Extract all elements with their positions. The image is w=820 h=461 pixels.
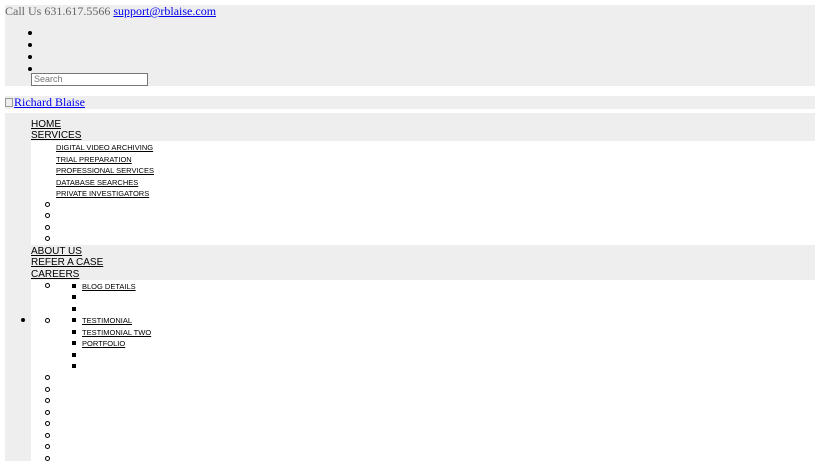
submenu-digital-video-archiving[interactable]: DIGITAL VIDEO ARCHIVING bbox=[56, 143, 153, 153]
nav-about-us[interactable]: ABOUT US bbox=[31, 246, 82, 257]
nav-refer-a-case[interactable]: REFER A CASE bbox=[31, 257, 103, 268]
list-bullet bbox=[72, 307, 76, 311]
list-bullet bbox=[72, 330, 76, 334]
broken-image-icon bbox=[5, 98, 13, 107]
submenu-testimonial[interactable]: TESTIMONIAL bbox=[82, 316, 132, 326]
list-bullet bbox=[45, 318, 50, 323]
list-bullet bbox=[45, 375, 50, 380]
list-bullet bbox=[45, 456, 50, 461]
list-bullet bbox=[45, 433, 50, 438]
logo-alt-text: Richard Blaise bbox=[14, 95, 85, 109]
submenu-blog-details[interactable]: BLOG DETAILS bbox=[82, 282, 136, 292]
list-bullet bbox=[45, 202, 50, 207]
list-bullet bbox=[45, 421, 50, 426]
list-bullet bbox=[72, 295, 76, 299]
contact-line: Call Us 631.617.5566 support@rblaise.com bbox=[5, 5, 216, 17]
social-link[interactable] bbox=[5, 39, 815, 51]
list-bullet bbox=[72, 364, 76, 368]
list-bullet bbox=[45, 225, 50, 230]
list-bullet bbox=[45, 283, 50, 288]
submenu-testimonial-two[interactable]: TESTIMONIAL TWO bbox=[82, 328, 151, 338]
submenu-trial-preparation[interactable]: TRIAL PREPARATION bbox=[56, 155, 132, 165]
nav-services[interactable]: SERVICES bbox=[31, 130, 81, 141]
top-bar: Call Us 631.617.5566 support@rblaise.com bbox=[5, 5, 815, 86]
submenu-private-investigators[interactable]: PRIVATE INVESTIGATORS bbox=[56, 189, 149, 199]
list-bullet bbox=[45, 213, 50, 218]
social-link[interactable] bbox=[5, 27, 815, 39]
list-bullet bbox=[45, 444, 50, 449]
social-link[interactable] bbox=[5, 51, 815, 63]
nav-home[interactable]: HOME bbox=[31, 119, 61, 130]
list-bullet bbox=[45, 387, 50, 392]
submenu-professional-services[interactable]: PROFESSIONAL SERVICES bbox=[56, 166, 154, 176]
nav-band bbox=[5, 245, 815, 280]
list-bullet bbox=[72, 318, 76, 322]
submenu-database-searches[interactable]: DATABASE SEARCHES bbox=[56, 178, 138, 188]
list-bullet bbox=[45, 236, 50, 241]
submenu-portfolio[interactable]: PORTFOLIO bbox=[82, 339, 125, 349]
header-bar: Richard Blaise bbox=[5, 96, 815, 109]
social-links-list bbox=[5, 27, 815, 75]
list-bullet bbox=[72, 284, 76, 288]
nav-band bbox=[5, 280, 31, 461]
list-bullet bbox=[21, 318, 25, 322]
list-bullet bbox=[45, 398, 50, 403]
list-bullet bbox=[45, 410, 50, 415]
nav-band bbox=[5, 113, 815, 141]
logo-link[interactable]: Richard Blaise bbox=[5, 96, 85, 109]
list-bullet bbox=[72, 341, 76, 345]
email-link[interactable]: support@rblaise.com bbox=[113, 4, 216, 18]
search-input[interactable] bbox=[31, 73, 148, 86]
call-us-text: Call Us 631.617.5566 bbox=[5, 4, 111, 18]
nav-careers[interactable]: CAREERS bbox=[31, 269, 79, 280]
list-bullet bbox=[72, 353, 76, 357]
